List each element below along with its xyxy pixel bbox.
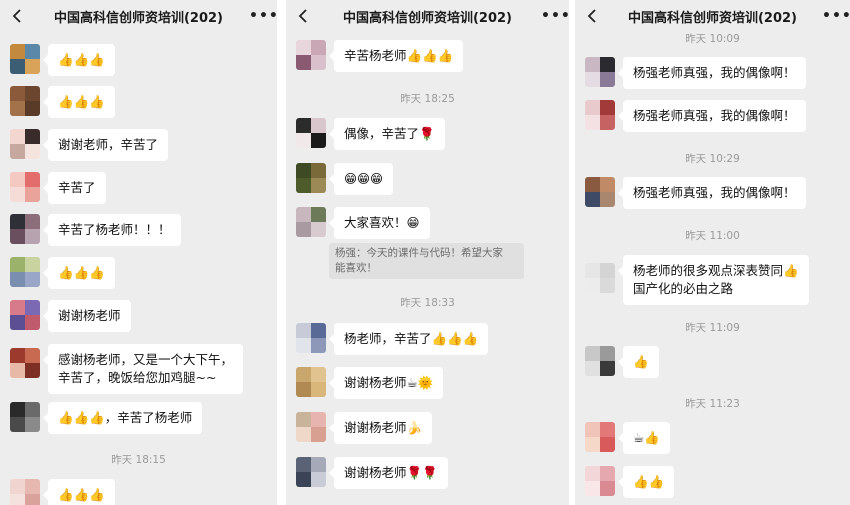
avatar[interactable] (10, 86, 40, 116)
message-bubble[interactable]: ☕👍 (618, 422, 670, 454)
quoted-reply[interactable]: 杨强：今天的课件与代码！希望大家 能喜欢！ (329, 243, 524, 279)
message-bubble[interactable]: 辛苦杨老师👍👍👍 (328, 40, 464, 72)
message-bubble[interactable]: 👍👍👍 (43, 86, 115, 118)
more-options-icon[interactable]: ••• (822, 6, 850, 26)
timestamp: 昨天 18:15 (111, 454, 166, 466)
timestamp: 昨天 11:23 (685, 398, 740, 410)
avatar[interactable] (296, 412, 326, 442)
avatar[interactable] (585, 57, 615, 87)
avatar[interactable] (296, 367, 326, 397)
message-bubble[interactable]: 谢谢杨老师☕🌞 (328, 367, 444, 399)
avatar[interactable] (585, 422, 615, 452)
chat-panel-middle: 中国高科信创师资培训(202) ••• 辛苦杨老师👍👍👍 昨天 18:25 偶像… (286, 0, 569, 505)
message-bubble[interactable]: 👍👍👍 (43, 257, 115, 289)
chat-header: 中国高科信创师资培训(202) ••• (0, 0, 277, 32)
avatar[interactable] (296, 40, 326, 70)
timestamp: 昨天 10:09 (685, 33, 740, 45)
message-bubble[interactable]: 谢谢杨老师🌹🌹 (329, 457, 448, 489)
avatar[interactable] (585, 263, 615, 293)
avatar[interactable] (10, 300, 40, 330)
avatar[interactable] (296, 457, 326, 487)
chat-title: 中国高科信创师资培训(202) (627, 10, 798, 26)
avatar[interactable] (10, 402, 40, 432)
avatar[interactable] (585, 466, 615, 496)
timestamp: 昨天 10:29 (685, 153, 740, 165)
avatar[interactable] (10, 348, 40, 378)
message-bubble[interactable]: 大家喜欢！😁 (329, 207, 430, 239)
avatar[interactable] (585, 346, 615, 376)
back-arrow-icon[interactable] (585, 7, 601, 25)
avatar[interactable] (10, 257, 40, 287)
avatar[interactable] (296, 323, 326, 353)
chat-header: 中国高科信创师资培训(202) ••• (286, 0, 569, 32)
avatar[interactable] (10, 214, 40, 244)
message-bubble[interactable]: 👍👍👍，辛苦了杨老师 (42, 402, 203, 434)
avatar[interactable] (585, 100, 615, 130)
timestamp: 昨天 11:00 (685, 230, 740, 242)
message-bubble[interactable]: 杨老师，辛苦了👍👍👍 (328, 323, 489, 355)
message-bubble[interactable]: 杨老师的很多观点深表赞同👍 国产化的必由之路 (618, 255, 809, 305)
timestamp: 昨天 18:25 (400, 93, 455, 105)
chat-header: 中国高科信创师资培训(202) ••• (575, 0, 850, 32)
more-options-icon[interactable]: ••• (541, 6, 569, 26)
chat-title: 中国高科信创师资培训(202) (342, 10, 513, 26)
back-arrow-icon[interactable] (296, 7, 312, 25)
message-bubble[interactable]: 😁😁😁 (328, 163, 394, 195)
message-bubble[interactable]: 辛苦了杨老师！！！ (43, 214, 181, 246)
avatar[interactable] (296, 118, 326, 148)
message-bubble[interactable]: 👍👍👍 (43, 44, 115, 76)
avatar[interactable] (10, 44, 40, 74)
avatar[interactable] (10, 129, 40, 159)
avatar[interactable] (296, 207, 326, 237)
message-bubble[interactable]: 👍 (618, 346, 659, 378)
message-bubble[interactable]: 👍👍👍 (43, 479, 115, 505)
more-options-icon[interactable]: ••• (249, 6, 277, 26)
message-bubble[interactable]: 👍👍 (617, 466, 675, 498)
message-bubble[interactable]: 杨强老师真强，我的偶像啊！ (618, 177, 806, 209)
avatar[interactable] (296, 163, 326, 193)
back-arrow-icon[interactable] (10, 7, 26, 25)
timestamp: 昨天 11:09 (685, 322, 740, 334)
message-bubble[interactable]: 谢谢杨老师 (43, 300, 131, 332)
message-bubble[interactable]: 杨强老师真强，我的偶像啊！ (618, 57, 806, 89)
timestamp: 昨天 18:33 (400, 297, 455, 309)
chat-panel-left: 中国高科信创师资培训(202) ••• 👍👍👍 👍👍👍 谢谢老师，辛苦了 辛苦了… (0, 0, 277, 505)
message-bubble[interactable]: 偶像，辛苦了🌹 (329, 118, 445, 150)
chat-title: 中国高科信创师资培训(202) (53, 10, 224, 26)
avatar[interactable] (585, 177, 615, 207)
message-bubble[interactable]: 辛苦了 (43, 172, 106, 204)
avatar[interactable] (10, 479, 40, 505)
message-bubble[interactable]: 谢谢杨老师🍌 (328, 412, 433, 444)
message-bubble[interactable]: 杨强老师真强，我的偶像啊！ (618, 100, 806, 132)
avatar[interactable] (10, 172, 40, 202)
message-bubble[interactable]: 感谢杨老师，又是一个大下午， 辛苦了，晚饭给您加鸡腿~~ (42, 344, 244, 394)
chat-panel-right: 中国高科信创师资培训(202) ••• 昨天 10:09 杨强老师真强，我的偶像… (575, 0, 850, 505)
message-bubble[interactable]: 谢谢老师，辛苦了 (42, 129, 169, 161)
